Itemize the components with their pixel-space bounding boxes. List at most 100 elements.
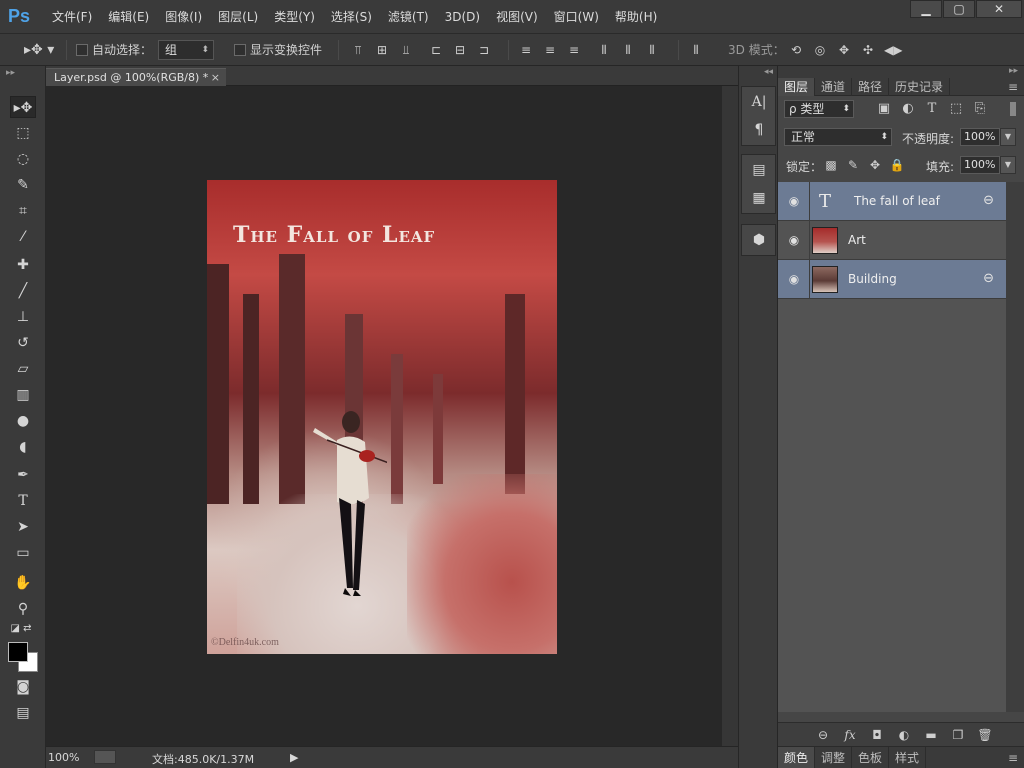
quick-mask-icon[interactable]: ◙ [10,676,36,698]
filter-adjustment-icon[interactable]: ◐ [898,100,918,118]
fill-field[interactable]: 100% [960,156,1000,174]
blend-mode-dropdown[interactable]: 正常 ⬍ [784,128,892,146]
menu-file[interactable]: 文件(F) [44,8,100,26]
panel-menu-icon[interactable]: ≡ [1008,78,1024,95]
auto-select-checkbox[interactable]: 自动选择： [76,41,152,59]
lock-position-icon[interactable]: ✥ [866,156,884,174]
menu-3d[interactable]: 3D(D) [437,8,488,26]
opacity-field[interactable]: 100% [960,128,1000,146]
distribute-hcenter-icon[interactable]: ⦀ [620,42,636,58]
stamp-tool-icon[interactable]: ⊥ [10,306,36,328]
foreground-color-swatch[interactable] [8,642,28,662]
link-icon[interactable]: ⊖ [983,193,994,208]
healing-brush-tool-icon[interactable]: ✚ [10,254,36,276]
filter-toggle[interactable] [1010,102,1016,116]
menu-help[interactable]: 帮助(H) [607,8,665,26]
layer-filter-dropdown[interactable]: ρ 类型 ⬍ [784,100,854,118]
align-bottom-icon[interactable]: ⫫ [398,42,414,58]
minimize-button[interactable]: ▁ [910,0,942,18]
3d-panel-icon[interactable]: ⬢ [749,230,769,250]
3d-rotate-icon[interactable]: ⟲ [788,42,804,58]
status-preview-icon[interactable] [94,750,116,764]
zoom-level[interactable]: 100% [48,751,79,764]
document-tab[interactable]: Layer.psd @ 100%(RGB/8) * × [46,68,226,86]
menu-image[interactable]: 图像(I) [157,8,210,26]
eraser-tool-icon[interactable]: ▱ [10,358,36,380]
3d-slide-icon[interactable]: ✣ [860,42,876,58]
filter-shape-icon[interactable]: ⬚ [946,100,966,118]
tab-channels[interactable]: 通道 [815,78,853,96]
layer-name[interactable]: Art [848,233,866,247]
layer-row[interactable]: ◉ Building ⊖ [778,260,1006,299]
align-hcenter-icon[interactable]: ⊟ [452,42,468,58]
tab-layers[interactable]: 图层 [778,78,816,96]
canvas-image[interactable]: The Fall of Leaf ©Delfin4uk.com [207,180,557,654]
layer-row[interactable]: ◉ Art [778,221,1006,260]
filter-type-icon[interactable]: T [922,100,942,118]
screen-mode-icon[interactable]: ▤ [10,702,36,724]
fill-dropdown-icon[interactable]: ▼ [1000,156,1016,174]
layer-style-icon[interactable]: fx [841,726,859,744]
auto-select-dropdown[interactable]: 组 ⬍ [158,40,214,60]
3d-drag-icon[interactable]: ✥ [836,42,852,58]
gradient-tool-icon[interactable]: ▥ [10,384,36,406]
lock-all-icon[interactable]: 🔒 [888,156,906,174]
layers-scrollbar[interactable] [1006,182,1024,712]
filter-pixel-icon[interactable]: ▣ [874,100,894,118]
collapse-dock-icon[interactable]: ◂◂ [739,66,777,78]
crop-tool-icon[interactable]: ⌗ [10,200,36,222]
menu-layer[interactable]: 图层(L) [210,8,266,26]
eyedropper-tool-icon[interactable]: ⁄ [10,226,36,248]
auto-align-icon[interactable]: ⫴ [688,42,704,58]
align-right-icon[interactable]: ⊐ [476,42,492,58]
layer-row[interactable]: ◉ T The fall of leaf ⊖ [778,182,1006,221]
collapse-panel-icon[interactable]: ▸▸ [1009,66,1018,76]
distribute-top-icon[interactable]: ≡ [518,42,534,58]
eye-icon[interactable]: ◉ [786,271,802,287]
panel-menu-icon[interactable]: ≡ [1008,747,1024,768]
layer-name[interactable]: Building [848,272,897,286]
maximize-button[interactable]: ▢ [943,0,975,18]
menu-filter[interactable]: 滤镜(T) [380,8,437,26]
pen-tool-icon[interactable]: ✒ [10,464,36,486]
character-panel-icon[interactable]: A| [749,92,769,112]
menu-window[interactable]: 窗口(W) [546,8,607,26]
tab-history[interactable]: 历史记录 [889,78,951,96]
distribute-bottom-icon[interactable]: ≡ [566,42,582,58]
align-left-icon[interactable]: ⊏ [428,42,444,58]
paragraph-panel-icon[interactable]: ¶ [749,120,769,140]
tab-adjustments[interactable]: 调整 [815,747,853,768]
blur-tool-icon[interactable]: ● [10,410,36,432]
opacity-dropdown-icon[interactable]: ▼ [1000,128,1016,146]
menu-type[interactable]: 类型(Y) [266,8,323,26]
filter-smart-object-icon[interactable]: ⎘ [970,100,990,118]
move-tool-preset-icon[interactable]: ▸✥ ▾ [24,41,54,59]
info-panel-icon[interactable]: ▤ [749,160,769,180]
new-group-icon[interactable]: ▬ [922,726,940,744]
3d-roll-icon[interactable]: ◎ [812,42,828,58]
brush-tool-icon[interactable]: ╱ [10,280,36,302]
lock-pixels-icon[interactable]: ✎ [844,156,862,174]
dodge-tool-icon[interactable]: ◖ [10,436,36,458]
lock-transparency-icon[interactable]: ▩ [822,156,840,174]
vertical-scrollbar[interactable] [722,86,738,746]
marquee-tool-icon[interactable]: ⬚ [10,122,36,144]
show-transform-checkbox[interactable]: 显示变换控件 [234,41,322,59]
move-tool-icon[interactable]: ▸✥ [10,96,36,118]
link-icon[interactable]: ⊖ [983,271,994,286]
menu-select[interactable]: 选择(S) [323,8,380,26]
status-menu-arrow-icon[interactable]: ▶ [290,751,298,764]
layer-name[interactable]: The fall of leaf [854,194,940,208]
tab-swatches[interactable]: 色板 [852,747,890,768]
close-tab-icon[interactable]: × [211,69,220,87]
rectangle-tool-icon[interactable]: ▭ [10,542,36,564]
distribute-left-icon[interactable]: ⦀ [596,42,612,58]
notes-panel-icon[interactable]: ▦ [749,188,769,208]
lasso-tool-icon[interactable]: ◌ [10,148,36,170]
menu-edit[interactable]: 编辑(E) [100,8,157,26]
tab-styles[interactable]: 样式 [889,747,927,768]
tab-color[interactable]: 颜色 [778,747,816,768]
adjustment-layer-icon[interactable]: ◐ [895,726,913,744]
align-top-icon[interactable]: ⫪ [350,42,366,58]
close-button[interactable]: ✕ [976,0,1022,18]
